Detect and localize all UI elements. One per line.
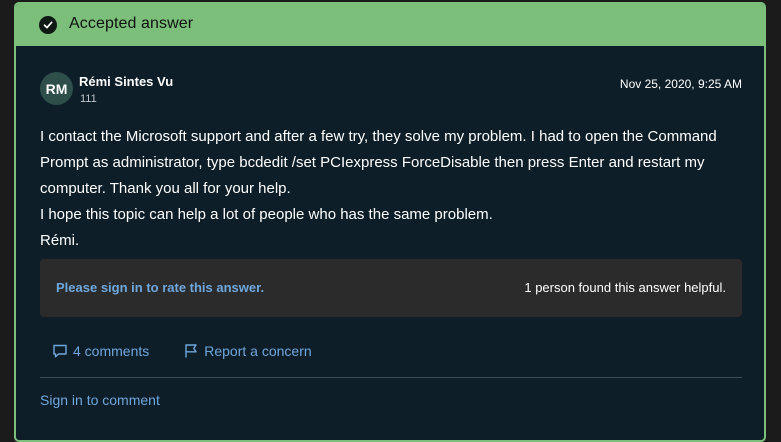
author-reputation: 111 [80,93,97,105]
report-concern-label: Report a concern [204,343,312,359]
answer-paragraph: I hope this topic can help a lot of peop… [40,206,493,223]
answer-actions: 4 comments Report a concern [52,343,312,359]
answer-paragraph: I contact the Microsoft support and afte… [40,128,717,197]
flag-icon [185,344,197,358]
rating-box: Please sign in to rate this answer. 1 pe… [40,259,742,317]
answer-paragraph: Rémi. [40,232,80,249]
accepted-answer-label: Accepted answer [69,15,194,32]
accepted-answer-banner: Accepted answer [16,4,764,46]
check-circle-icon [39,16,57,34]
post-date: Nov 25, 2020, 9:25 AM [619,77,742,91]
sign-in-to-rate-link[interactable]: Please sign in to rate this answer. [56,280,264,295]
answer-body: I contact the Microsoft support and afte… [40,124,750,254]
report-concern-button[interactable]: Report a concern [183,343,312,359]
comments-label: 4 comments [73,343,150,359]
author-name[interactable]: Rémi Sintes Vu [79,74,173,89]
helpful-count-text: 1 person found this answer helpful. [524,280,726,295]
accepted-answer-card: Accepted answer RM Rémi Sintes Vu 111 No… [14,2,766,442]
comment-icon [53,344,67,358]
sign-in-to-comment-link[interactable]: Sign in to comment [40,392,160,408]
comments-button[interactable]: 4 comments [52,343,149,359]
avatar[interactable]: RM [40,72,73,105]
divider [40,377,742,378]
